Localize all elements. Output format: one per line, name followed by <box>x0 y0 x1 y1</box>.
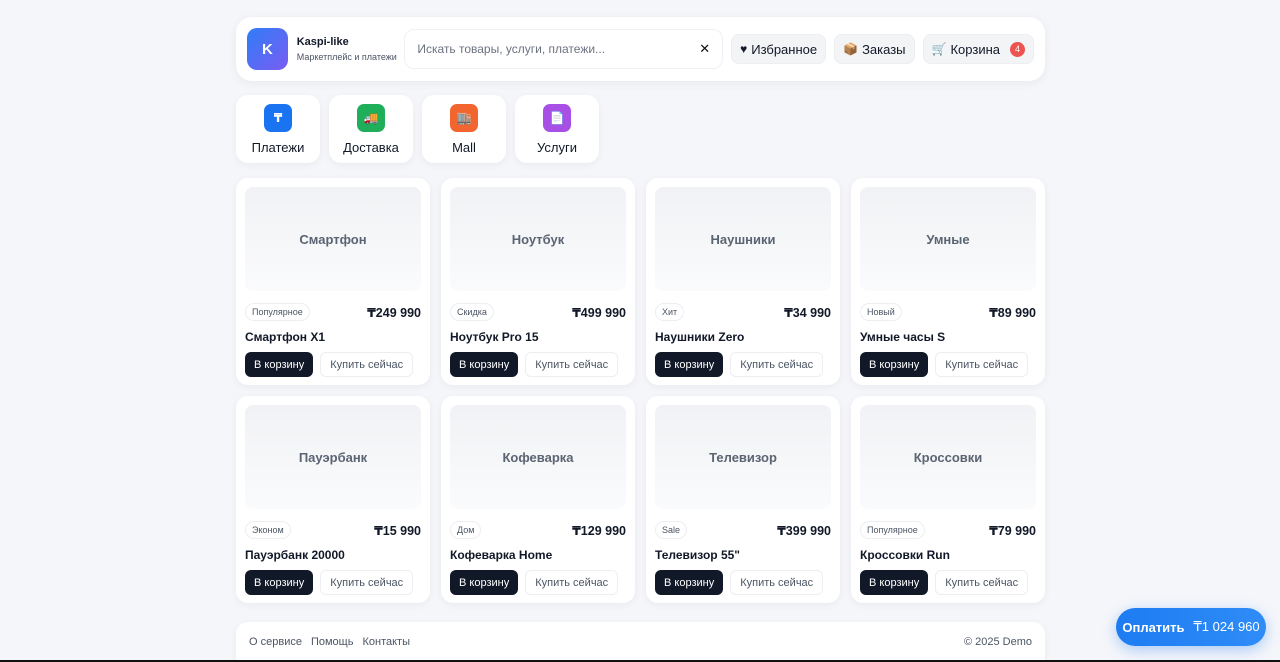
product-name[interactable]: Кроссовки Run <box>860 548 1036 562</box>
product-image[interactable]: Наушники <box>655 187 831 291</box>
product-price: ₸399 990 <box>777 523 831 538</box>
add-to-cart-button[interactable]: В корзину <box>860 570 929 595</box>
product-tag: Дом <box>450 521 482 539</box>
category-label: Доставка <box>343 140 399 155</box>
buy-now-button[interactable]: Купить сейчас <box>935 352 1029 377</box>
category-bar: ₸ Платежи 🚚 Доставка 🏬 Mall 📄 Услуги <box>236 95 1045 163</box>
truck-icon: 🚚 <box>357 104 385 132</box>
add-to-cart-button[interactable]: В корзину <box>655 570 724 595</box>
copyright: © 2025 Demo <box>963 636 1032 648</box>
buy-now-button[interactable]: Купить сейчас <box>730 570 824 595</box>
product-tag: Скидка <box>450 303 494 321</box>
buy-now-button[interactable]: Купить сейчас <box>730 352 824 377</box>
search-box: ✕ <box>404 29 724 69</box>
product-card: Телевизор Sale ₸399 990 Телевизор 55" В к… <box>646 396 840 603</box>
pay-button[interactable]: Оплатить ₸1 024 960 <box>1116 608 1266 646</box>
product-tag: Популярное <box>245 303 310 321</box>
buy-now-button[interactable]: Купить сейчас <box>320 570 414 595</box>
product-image[interactable]: Ноутбук <box>450 187 626 291</box>
cart-icon: 🛒 <box>931 42 947 56</box>
product-card: Кроссовки Популярное ₸79 990 Кроссовки Ru… <box>851 396 1045 603</box>
favorites-button[interactable]: ♥ Избранное <box>731 34 827 64</box>
product-price: ₸499 990 <box>572 305 626 320</box>
footer-link-about[interactable]: О сервисе <box>249 636 302 648</box>
category-label: Услуги <box>537 140 577 155</box>
product-price: ₸34 990 <box>784 305 831 320</box>
product-image[interactable]: Умные <box>860 187 1036 291</box>
product-image[interactable]: Телевизор <box>655 405 831 509</box>
add-to-cart-button[interactable]: В корзину <box>860 352 929 377</box>
product-price: ₸89 990 <box>989 305 1036 320</box>
footer-links: О сервисе Помощь Контакты <box>249 636 410 648</box>
product-price: ₸249 990 <box>367 305 421 320</box>
footer-link-help[interactable]: Помощь <box>311 636 354 648</box>
tenge-icon: ₸ <box>264 104 292 132</box>
product-price: ₸129 990 <box>572 523 626 538</box>
orders-label: Заказы <box>862 41 906 57</box>
product-card: Наушники Хит ₸34 990 Наушники Zero В корз… <box>646 178 840 385</box>
category-payments[interactable]: ₸ Платежи <box>236 95 320 163</box>
product-tag: Хит <box>655 303 685 321</box>
product-tag: Популярное <box>860 521 925 539</box>
product-image[interactable]: Смартфон <box>245 187 421 291</box>
product-grid: Смартфон Популярное ₸249 990 Смартфон X1 … <box>236 178 1045 603</box>
product-image[interactable]: Кроссовки <box>860 405 1036 509</box>
category-delivery[interactable]: 🚚 Доставка <box>329 95 413 163</box>
box-icon: 📦 <box>843 42 859 56</box>
buy-now-button[interactable]: Купить сейчас <box>525 352 619 377</box>
product-image[interactable]: Пауэрбанк <box>245 405 421 509</box>
product-tag: Эконом <box>245 521 291 539</box>
product-card: Смартфон Популярное ₸249 990 Смартфон X1 … <box>236 178 430 385</box>
product-name[interactable]: Телевизор 55" <box>655 548 831 562</box>
buy-now-button[interactable]: Купить сейчас <box>320 352 414 377</box>
search-input[interactable] <box>417 42 700 56</box>
header: K Kaspi-like Маркетплейс и платежи ✕ ♥ И… <box>236 17 1045 81</box>
cart-label: Корзина <box>950 41 1000 57</box>
pay-label: Оплатить <box>1122 619 1185 635</box>
category-services[interactable]: 📄 Услуги <box>515 95 599 163</box>
brand: Kaspi-like Маркетплейс и платежи <box>297 36 404 62</box>
buy-now-button[interactable]: Купить сейчас <box>935 570 1029 595</box>
product-price: ₸79 990 <box>989 523 1036 538</box>
heart-icon: ♥ <box>740 42 748 56</box>
product-name[interactable]: Наушники Zero <box>655 330 831 344</box>
product-tag: Новый <box>860 303 902 321</box>
product-card: Умные Новый ₸89 990 Умные часы S В корзин… <box>851 178 1045 385</box>
orders-button[interactable]: 📦 Заказы <box>834 34 915 64</box>
add-to-cart-button[interactable]: В корзину <box>450 570 519 595</box>
category-mall[interactable]: 🏬 Mall <box>422 95 506 163</box>
clear-icon[interactable]: ✕ <box>699 41 710 57</box>
favorites-label: Избранное <box>751 41 818 57</box>
footer-link-contacts[interactable]: Контакты <box>362 636 410 648</box>
product-card: Кофеварка Дом ₸129 990 Кофеварка Home В к… <box>441 396 635 603</box>
document-icon: 📄 <box>543 104 571 132</box>
footer: О сервисе Помощь Контакты © 2025 Demo <box>236 622 1045 662</box>
add-to-cart-button[interactable]: В корзину <box>655 352 724 377</box>
product-name[interactable]: Ноутбук Pro 15 <box>450 330 626 344</box>
product-card: Ноутбук Скидка ₸499 990 Ноутбук Pro 15 В … <box>441 178 635 385</box>
product-card: Пауэрбанк Эконом ₸15 990 Пауэрбанк 20000 … <box>236 396 430 603</box>
add-to-cart-button[interactable]: В корзину <box>450 352 519 377</box>
category-label: Платежи <box>251 140 305 155</box>
product-price: ₸15 990 <box>374 523 421 538</box>
add-to-cart-button[interactable]: В корзину <box>245 570 314 595</box>
cart-count-badge: 4 <box>1010 41 1025 57</box>
brand-subtitle: Маркетплейс и платежи <box>296 52 397 62</box>
pay-amount: ₸1 024 960 <box>1193 619 1260 634</box>
add-to-cart-button[interactable]: В корзину <box>245 352 314 377</box>
page-container: K Kaspi-like Маркетплейс и платежи ✕ ♥ И… <box>236 17 1045 603</box>
product-tag: Sale <box>655 521 688 539</box>
logo[interactable]: K <box>247 28 288 70</box>
product-name[interactable]: Смартфон X1 <box>245 330 421 344</box>
product-name[interactable]: Умные часы S <box>860 330 1036 344</box>
product-name[interactable]: Пауэрбанк 20000 <box>245 548 421 562</box>
store-icon: 🏬 <box>450 104 478 132</box>
product-name[interactable]: Кофеварка Home <box>450 548 626 562</box>
brand-name: Kaspi-like <box>296 36 349 48</box>
buy-now-button[interactable]: Купить сейчас <box>525 570 619 595</box>
category-label: Mall <box>452 140 476 155</box>
product-image[interactable]: Кофеварка <box>450 405 626 509</box>
cart-button[interactable]: 🛒 Корзина 4 <box>922 34 1034 64</box>
